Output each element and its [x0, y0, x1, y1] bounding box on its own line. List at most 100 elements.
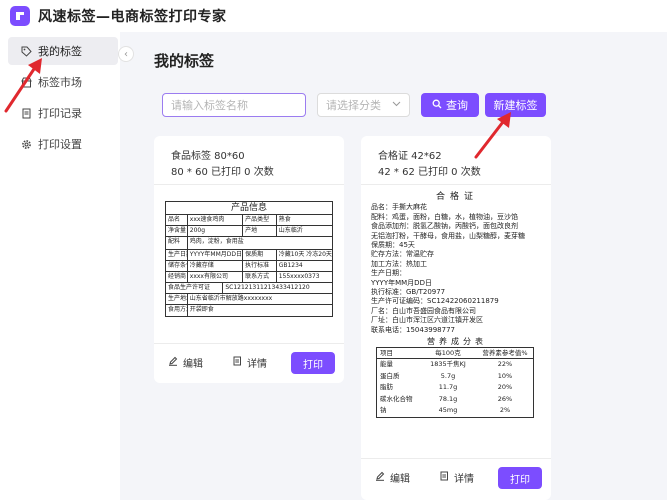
label-preview: 合格证 品名：手撕大麻花 配料：鸡蛋，面粉，白糖，水，植物油，豆沙馅 食品添加剂… — [361, 184, 551, 459]
certificate-line: 厂址：白山市浑江区六道江镇开发区 — [371, 316, 483, 325]
table-cell: 蛋白质 — [380, 371, 400, 380]
pencil-icon — [375, 471, 385, 484]
table-cell: 保质期 — [243, 250, 277, 260]
print-button[interactable]: 打印 — [291, 352, 335, 374]
table-cell: 生产地址 — [168, 294, 188, 304]
annotation-arrow-icon — [4, 58, 42, 113]
certificate-title: 合格证 — [435, 192, 478, 202]
table-cell: 品名 — [166, 215, 188, 225]
table-cell: 山东省临沂市解放路xxxxxxxx — [189, 295, 273, 302]
table-cell: 经销商 — [168, 272, 188, 282]
product-label-preview: 产品信息 品名 xxx速食鸡肉 产品类型 熟食 净含量 200g 产地 山东临沂… — [165, 201, 333, 317]
table-header: 营养素参考值% — [482, 348, 528, 357]
table-cell: 食用方法 — [166, 305, 188, 316]
page-title: 我的标签 — [154, 52, 215, 70]
table-cell: 生产日期 — [168, 250, 188, 260]
table-cell: 2% — [499, 406, 511, 414]
table-header-row: 项目 每100克 营养素参考值% — [377, 348, 533, 359]
search-icon — [432, 99, 442, 112]
certificate-line: 无铝泡打粉，干酵母，食用盐，山梨糖醇，麦芽糖 — [371, 231, 525, 240]
detail-button[interactable]: 详情 — [439, 470, 474, 485]
certificate-line: 厂名：白山市吾盛园食品有限公司 — [371, 306, 476, 315]
table-cell: 能量 — [380, 360, 393, 368]
label-name-search-input[interactable] — [162, 93, 306, 117]
table-cell: 155xxxx0373 — [278, 273, 320, 280]
table-header: 每100克 — [435, 348, 461, 357]
table-cell: 净含量 — [168, 226, 188, 236]
detail-label: 详情 — [247, 359, 267, 370]
table-row: 净含量 200g 产地 山东临沂 — [166, 226, 332, 237]
table-cell: 5.7g — [440, 371, 456, 380]
document-icon — [232, 356, 242, 369]
table-cell: SC12121311213433412120 — [225, 284, 310, 291]
category-select[interactable]: 请选择分类 — [317, 93, 410, 117]
table-cell: 鸡肉，淀粉，食用盐 — [189, 238, 244, 245]
edit-button[interactable]: 编辑 — [168, 355, 203, 370]
table-row: 经销商 xxxx有限公司 联系方式 155xxxx0373 — [166, 272, 332, 283]
table-cell: GB1234 — [278, 262, 303, 269]
card-meta: 42 * 62 已打印 0 次数 — [378, 167, 481, 178]
sidebar-collapse-button[interactable]: ‹ — [118, 46, 134, 62]
label-card-food[interactable]: 食品标签 80*60 80 * 60 已打印 0 次数 产品信息 品名 xxx速… — [154, 136, 344, 383]
card-actions: 编辑 详情 打印 — [154, 347, 344, 383]
table-row: 生产地址 山东省临沂市解放路xxxxxxxx — [166, 294, 332, 305]
table-cell: 78.1g — [438, 394, 458, 403]
certificate-line: 执行标准：GB/T20977 — [371, 288, 446, 297]
table-cell: YYYY年MM月DD日 — [189, 250, 244, 260]
top-bar: 风速标签—电商标签打印专家 — [0, 0, 667, 32]
table-cell: 山东临沂 — [278, 227, 303, 234]
certificate-line: YYYY年MM月DD日 — [371, 278, 432, 287]
table-header: 项目 — [380, 348, 393, 357]
certificate-preview: 合格证 品名：手撕大麻花 配料：鸡蛋，面粉，白糖，水，植物油，豆沙馅 食品添加剂… — [371, 192, 543, 418]
table-row: 钠 45mg 2% — [377, 405, 533, 417]
annotation-arrow-icon — [474, 112, 511, 159]
table-cell: 200g — [188, 226, 244, 236]
table-row: 碳水化合物 78.1g 26% — [377, 394, 533, 406]
chevron-down-icon — [392, 99, 401, 111]
card-meta: 80 * 60 已打印 0 次数 — [171, 167, 274, 178]
app-title: 风速标签—电商标签打印专家 — [38, 9, 227, 25]
edit-button[interactable]: 编辑 — [375, 470, 410, 485]
certificate-line: 食品添加剂：脱氢乙酸钠，丙酸钙，面包改良剂 — [371, 222, 518, 231]
table-cell: 配料 — [166, 237, 188, 249]
label-preview: 产品信息 品名 xxx速食鸡肉 产品类型 熟食 净含量 200g 产地 山东临沂… — [154, 184, 344, 344]
table-cell: 45mg — [438, 406, 458, 414]
table-cell: 冷藏10天 冷冻20天 — [278, 251, 332, 258]
certificate-line: 生产许可证编码：SC12422060211879 — [371, 297, 499, 306]
table-cell: 产品类型 — [243, 215, 277, 225]
table-cell: 食品生产许可证 — [166, 283, 224, 293]
edit-label: 编辑 — [183, 359, 203, 370]
certificate-line: 配料：鸡蛋，面粉，白糖，水，植物油，豆沙馅 — [371, 212, 518, 221]
certificate-line: 贮存方法：常温贮存 — [371, 250, 434, 259]
search-button-label: 查询 — [446, 99, 468, 112]
table-cell: 脂肪 — [380, 383, 393, 391]
card-name: 食品标签 80*60 — [171, 151, 245, 162]
table-cell: 开袋即食 — [189, 306, 214, 313]
sidebar-item-print-settings[interactable]: 打印设置 — [8, 130, 118, 158]
edit-label: 编辑 — [390, 474, 410, 485]
app-logo-icon — [10, 6, 30, 26]
table-cell: 储存条件 — [168, 261, 188, 271]
certificate-line: 加工方法：热加工 — [371, 259, 427, 268]
table-cell: 冷藏存储 — [188, 261, 244, 271]
table-cell: 10% — [497, 371, 513, 380]
detail-button[interactable]: 详情 — [232, 355, 267, 370]
table-cell: 22% — [497, 360, 513, 368]
table-cell: 20% — [497, 383, 513, 391]
label-card-certificate[interactable]: 合格证 42*62 42 * 62 已打印 0 次数 合格证 品名：手撕大麻花 … — [361, 136, 551, 500]
table-cell: 11.7g — [438, 383, 458, 391]
card-actions: 编辑 详情 打印 — [361, 462, 551, 498]
table-cell: 联系方式 — [243, 272, 277, 282]
table-cell: 执行标准 — [243, 261, 277, 271]
category-select-placeholder: 请选择分类 — [326, 99, 381, 112]
certificate-line: 品名：手撕大麻花 — [371, 203, 427, 212]
certificate-line: 保质期：45天 — [371, 241, 415, 250]
document-icon — [439, 471, 449, 484]
card-name: 合格证 42*62 — [378, 151, 442, 162]
table-cell: 熟食 — [278, 216, 291, 223]
table-cell: 碳水化合物 — [380, 394, 413, 403]
print-button[interactable]: 打印 — [498, 467, 542, 489]
gear-icon — [20, 138, 32, 150]
table-cell: xxxx有限公司 — [188, 272, 244, 282]
table-cell: xxx速食鸡肉 — [188, 215, 244, 225]
